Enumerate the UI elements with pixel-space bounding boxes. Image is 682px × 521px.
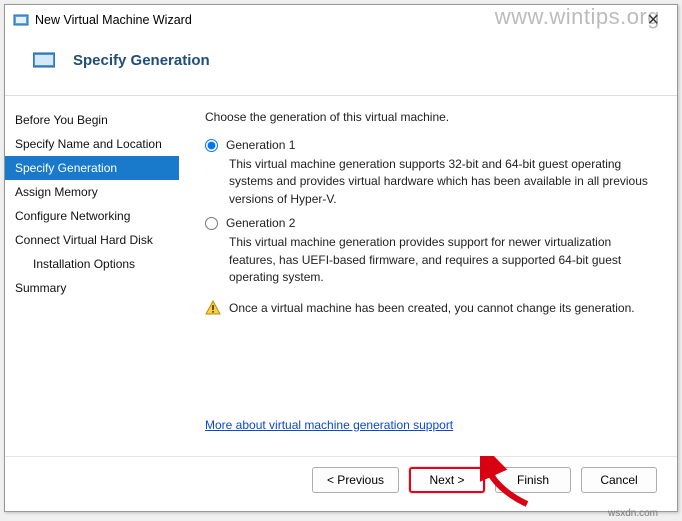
more-info-link[interactable]: More about virtual machine generation su…	[205, 418, 453, 432]
page-title: Specify Generation	[73, 52, 210, 69]
wizard-header: Specify Generation	[5, 35, 677, 95]
generation-2-radio[interactable]	[205, 217, 218, 230]
titlebar: New Virtual Machine Wizard ×	[5, 5, 677, 35]
step-installation-options[interactable]: Installation Options	[5, 252, 179, 276]
next-button[interactable]: Next >	[409, 467, 485, 493]
step-before-you-begin[interactable]: Before You Begin	[5, 108, 179, 132]
app-icon	[13, 12, 29, 28]
wizard-sidebar: Before You Begin Specify Name and Locati…	[5, 106, 179, 456]
generation-1-description: This virtual machine generation supports…	[229, 156, 655, 208]
finish-button[interactable]: Finish	[495, 467, 571, 493]
header-icon	[33, 51, 55, 69]
step-summary[interactable]: Summary	[5, 276, 179, 300]
generation-1-option[interactable]: Generation 1	[205, 138, 655, 152]
wizard-content: Choose the generation of this virtual ma…	[179, 106, 677, 456]
generation-1-label: Generation 1	[226, 138, 295, 152]
generation-2-option[interactable]: Generation 2	[205, 216, 655, 230]
step-configure-networking[interactable]: Configure Networking	[5, 204, 179, 228]
wizard-dialog: New Virtual Machine Wizard × Specify Gen…	[4, 4, 678, 512]
warning-row: Once a virtual machine has been created,…	[205, 300, 655, 317]
step-assign-memory[interactable]: Assign Memory	[5, 180, 179, 204]
warning-text: Once a virtual machine has been created,…	[229, 300, 635, 317]
step-specify-generation[interactable]: Specify Generation	[5, 156, 179, 180]
step-connect-vhd[interactable]: Connect Virtual Hard Disk	[5, 228, 179, 252]
cancel-button[interactable]: Cancel	[581, 467, 657, 493]
wizard-footer: < Previous Next > Finish Cancel	[5, 456, 677, 507]
generation-2-label: Generation 2	[226, 216, 295, 230]
close-icon[interactable]: ×	[637, 8, 669, 32]
wizard-body: Before You Begin Specify Name and Locati…	[5, 96, 677, 456]
prompt-text: Choose the generation of this virtual ma…	[205, 110, 655, 124]
warning-icon	[205, 300, 221, 316]
previous-button[interactable]: < Previous	[312, 467, 399, 493]
window-title: New Virtual Machine Wizard	[35, 13, 192, 27]
generation-1-radio[interactable]	[205, 139, 218, 152]
generation-2-description: This virtual machine generation provides…	[229, 234, 655, 286]
step-specify-name-location[interactable]: Specify Name and Location	[5, 132, 179, 156]
